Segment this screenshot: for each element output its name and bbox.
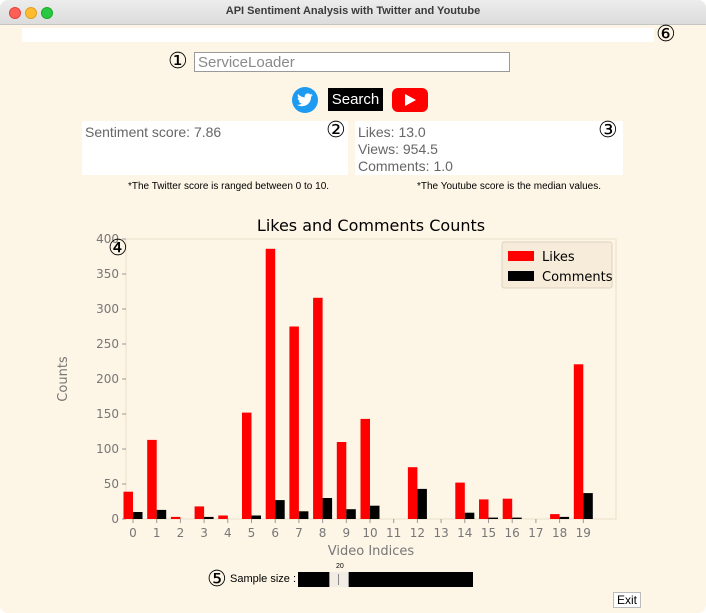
search-input[interactable] <box>194 52 510 72</box>
comments-bar <box>156 509 167 519</box>
title-bar: API Sentiment Analysis with Twitter and … <box>0 0 706 25</box>
twitter-score-box: Sentiment score: 7.86 <box>82 121 348 175</box>
likes-bar <box>123 491 133 519</box>
likes-bar <box>407 467 418 519</box>
youtube-stats-box: Likes: 13.0 Views: 954.5 Comments: 1.0 <box>355 121 623 175</box>
x-tick-label: 2 <box>177 526 185 540</box>
likes-bar <box>265 248 276 520</box>
youtube-note: *The Youtube score is the median values. <box>417 181 602 192</box>
likes-comments-chart: Likes and Comments Counts Video Indices Co… <box>56 216 617 559</box>
likes-bar <box>218 515 228 519</box>
y-tick-label: 50 <box>104 477 119 491</box>
x-tick-label: 7 <box>295 526 303 540</box>
comments-bar <box>251 515 261 519</box>
likes-bar <box>336 442 347 519</box>
app-window: API Sentiment Analysis with Twitter and … <box>0 0 706 613</box>
chart-title: Likes and Comments Counts <box>257 216 485 235</box>
marker-6: ⑥ <box>656 22 676 47</box>
twitter-bird-icon <box>297 93 313 107</box>
x-tick-label: 18 <box>552 526 567 540</box>
legend-swatch-comments <box>508 271 534 281</box>
legend-label-likes: Likes <box>542 250 575 265</box>
likes-bar <box>147 439 157 519</box>
sample-size-value: 20 <box>336 563 344 570</box>
marker-3: ③ <box>598 118 618 143</box>
marker-2: ② <box>326 118 346 143</box>
x-tick-label: 17 <box>528 526 543 540</box>
y-tick-label: 0 <box>111 512 119 526</box>
likes-bar <box>455 482 465 519</box>
likes-bar <box>194 506 205 519</box>
x-tick-label: 14 <box>457 526 472 540</box>
x-tick-label: 11 <box>386 526 401 540</box>
x-tick-label: 13 <box>433 526 448 540</box>
y-tick-label: 150 <box>96 407 119 421</box>
x-tick-label: 15 <box>481 526 496 540</box>
likes-bar <box>502 498 513 519</box>
comments-bar <box>559 516 570 519</box>
likes-text: Likes: 13.0 <box>358 124 426 140</box>
comments-bar <box>583 493 593 519</box>
sentiment-score-text: Sentiment score: 7.86 <box>85 124 222 140</box>
youtube-button[interactable] <box>392 88 428 112</box>
comments-bar <box>133 512 143 519</box>
x-axis-label: Video Indices <box>328 544 415 559</box>
x-tick-label: 3 <box>200 526 208 540</box>
comments-bar <box>488 517 498 519</box>
legend-label-comments: Comments <box>542 270 613 285</box>
views-text: Views: 954.5 <box>358 141 438 157</box>
top-input-bar[interactable] <box>22 28 654 42</box>
comments-text: Comments: 1.0 <box>358 158 453 174</box>
likes-bar <box>170 516 181 519</box>
youtube-play-icon <box>405 94 416 106</box>
slider-handle[interactable] <box>329 572 349 587</box>
marker-1: ① <box>168 49 188 74</box>
sample-size-label: Sample size : <box>230 573 297 585</box>
sample-size-slider[interactable] <box>298 572 473 587</box>
x-tick-label: 16 <box>505 526 520 540</box>
comments-bar <box>512 517 522 519</box>
likes-bar <box>550 514 560 519</box>
x-tick-label: 5 <box>248 526 256 540</box>
comments-bar <box>322 498 333 519</box>
x-tick-label: 4 <box>224 526 232 540</box>
comments-bar <box>417 488 427 519</box>
comments-bar <box>346 509 356 519</box>
legend-swatch-likes <box>508 251 534 261</box>
y-axis-label: Counts <box>56 356 71 402</box>
comments-bar <box>298 511 309 519</box>
y-tick-label: 200 <box>96 372 119 386</box>
x-tick-label: 1 <box>153 526 161 540</box>
likes-bar <box>360 418 370 519</box>
x-tick-label: 12 <box>410 526 425 540</box>
comments-bar <box>204 516 214 519</box>
window-title: API Sentiment Analysis with Twitter and … <box>225 5 481 17</box>
exit-button[interactable]: Exit <box>613 592 641 608</box>
search-button[interactable]: Search <box>328 88 383 111</box>
y-tick-label: 350 <box>96 267 119 281</box>
comments-bar <box>464 512 475 519</box>
comments-bar <box>275 500 285 519</box>
y-tick-label: 250 <box>96 337 119 351</box>
likes-bar <box>479 499 489 519</box>
twitter-note: *The Twitter score is ranged between 0 t… <box>128 181 330 192</box>
x-tick-label: 0 <box>129 526 137 540</box>
x-tick-label: 19 <box>576 526 591 540</box>
x-tick-label: 8 <box>319 526 327 540</box>
y-tick-label: 100 <box>96 442 119 456</box>
likes-bar <box>242 412 252 519</box>
likes-bar <box>313 297 323 519</box>
marker-5: ⑤ <box>207 567 227 592</box>
x-tick-label: 6 <box>271 526 279 540</box>
marker-4: ④ <box>108 236 128 261</box>
x-tick-label: 9 <box>342 526 350 540</box>
x-tick-label: 10 <box>362 526 377 540</box>
likes-bar <box>289 326 299 519</box>
likes-bar <box>573 364 584 519</box>
comments-bar <box>370 505 380 519</box>
y-tick-label: 300 <box>96 302 119 316</box>
twitter-button[interactable] <box>292 87 318 113</box>
